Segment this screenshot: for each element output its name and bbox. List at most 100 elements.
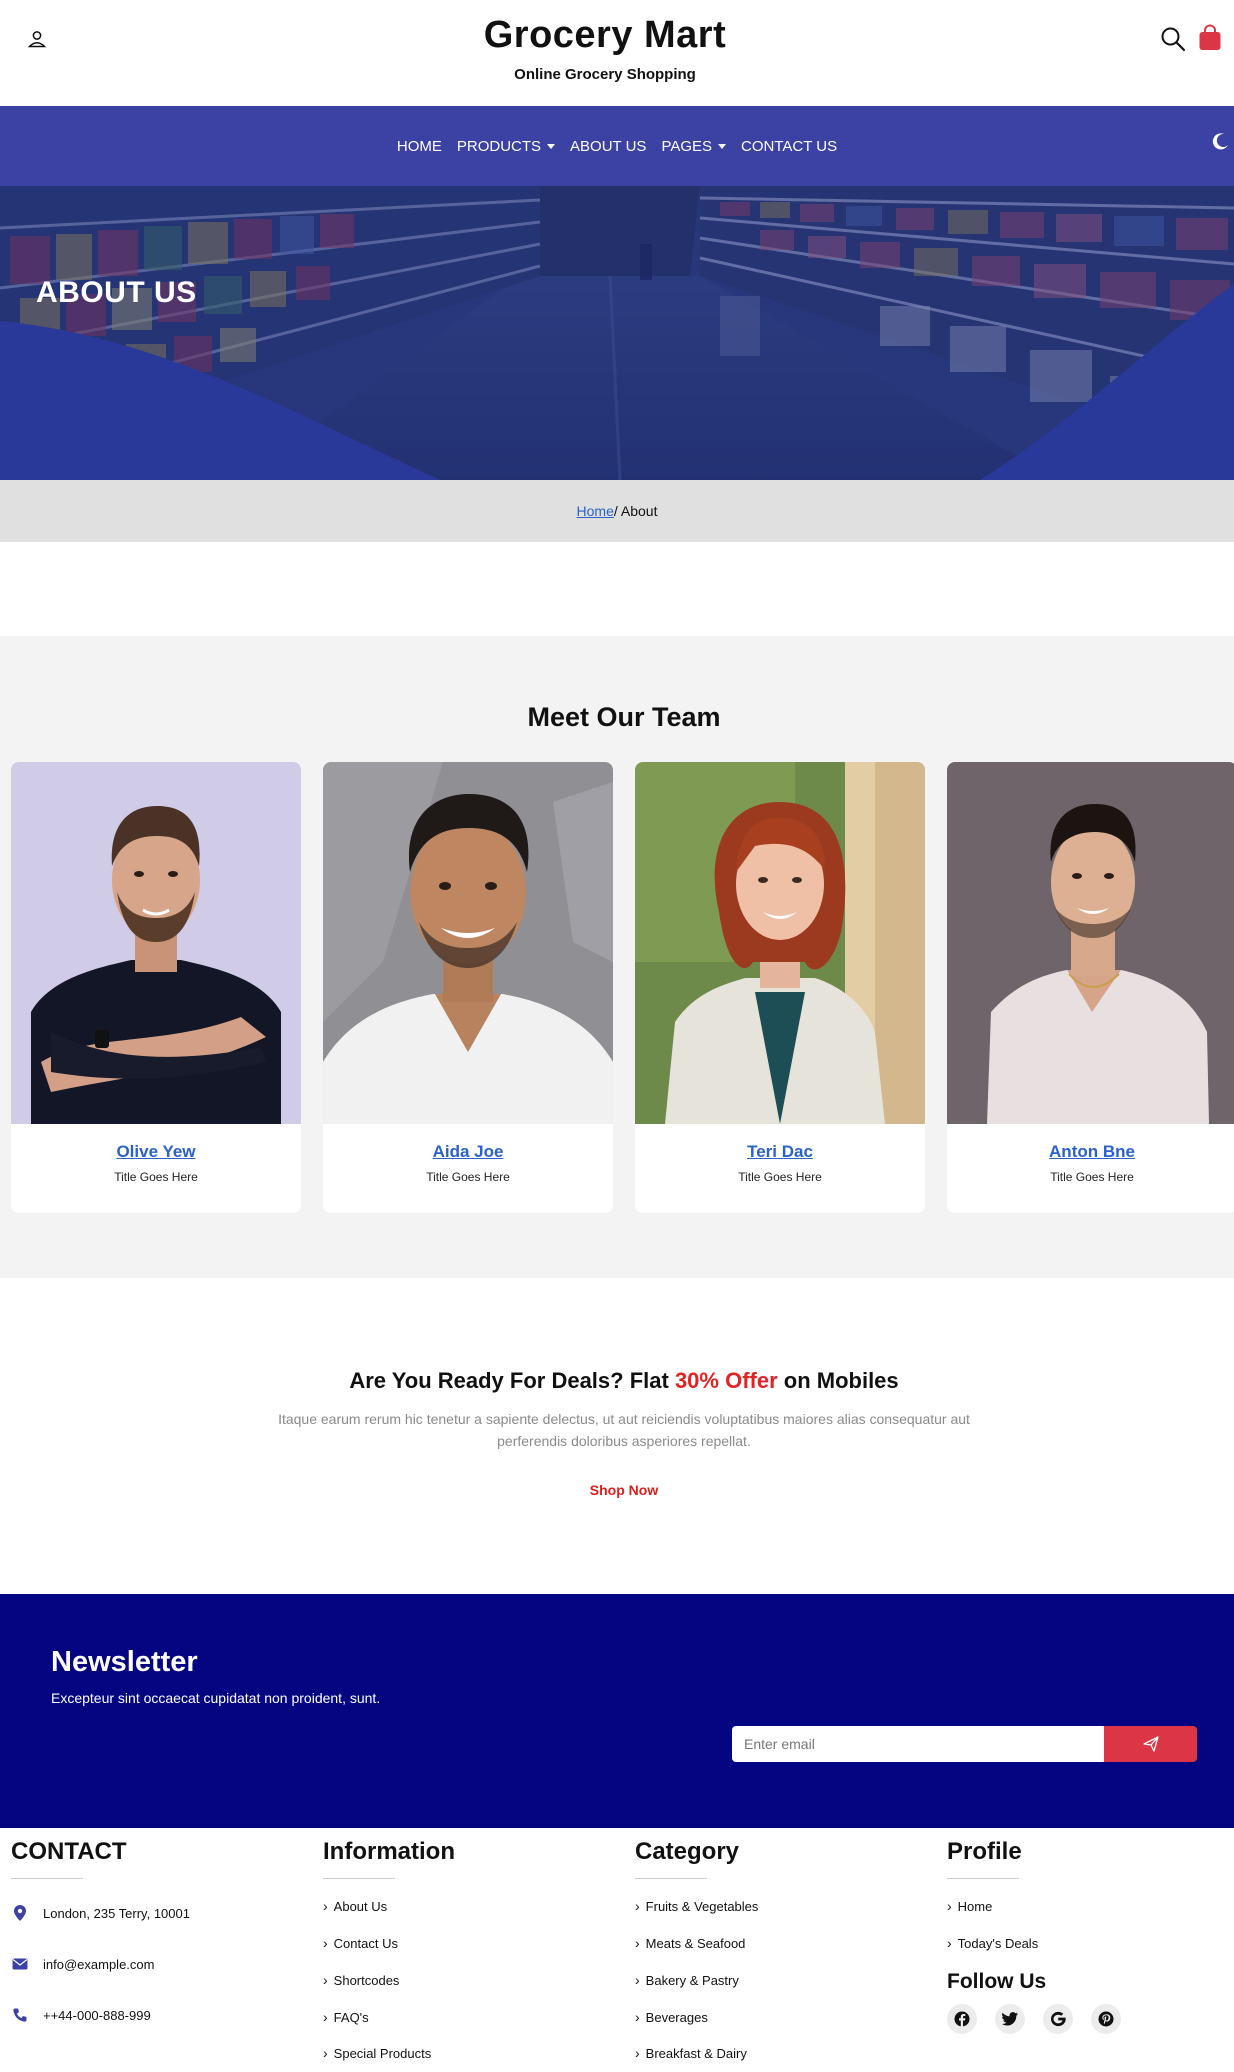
team-member-name[interactable]: Teri Dac: [635, 1142, 925, 1162]
footer-link-faqs[interactable]: › FAQ's: [323, 2009, 369, 2025]
team-member-title: Title Goes Here: [1050, 1170, 1134, 1184]
team-member-title: Title Goes Here: [738, 1170, 822, 1184]
location-pin-icon: [11, 1904, 29, 1922]
footer-link-beverages[interactable]: › Beverages: [635, 2009, 708, 2025]
footer-link-todays-deals[interactable]: › Today's Deals: [947, 1935, 1038, 1951]
footer-information-title: Information: [323, 1838, 455, 1865]
nav-item-products[interactable]: PRODUCTS: [457, 138, 556, 155]
footer-link-label: Home: [957, 1898, 993, 1914]
chevron-right-icon: ›: [635, 1898, 640, 1914]
chevron-right-icon: ›: [323, 2009, 328, 2025]
hero-title: ABOUT US: [36, 276, 197, 309]
team-member-name[interactable]: Anton Bne: [947, 1142, 1234, 1162]
deals-heading-suffix: on Mobiles: [777, 1368, 899, 1393]
footer-link-shortcodes[interactable]: › Shortcodes: [323, 1972, 399, 1988]
contact-address-text: London, 235 Terry, 10001: [43, 1905, 190, 1921]
nav-item-pages[interactable]: PAGES: [661, 138, 727, 155]
team-card-teri-dac: Teri Dac Title Goes Here: [635, 762, 925, 1213]
team-section: Meet Our Team Olive Yew Title Goes Here: [0, 636, 1234, 1278]
footer-link-contact-us[interactable]: › Contact Us: [323, 1935, 398, 1951]
nav-item-label: ABOUT US: [570, 137, 647, 155]
search-icon[interactable]: [1160, 26, 1186, 52]
footer-link-label: Bakery & Pastry: [645, 1972, 739, 1988]
nav-item-about-us[interactable]: ABOUT US: [570, 138, 646, 155]
deals-heading: Are You Ready For Deals? Flat 30% Offer …: [0, 1368, 1234, 1394]
team-photo-teri-dac: [635, 762, 925, 1124]
footer-link-label: Today's Deals: [957, 1935, 1039, 1951]
contact-phone: ++44-000-888-999: [11, 2006, 151, 2024]
footer-link-special-products[interactable]: › Special Products: [323, 2045, 431, 2061]
google-icon[interactable]: [1043, 2004, 1073, 2034]
team-card-aida-joe: Aida Joe Title Goes Here: [323, 762, 613, 1213]
divider: [11, 1878, 83, 1879]
newsletter-form: [732, 1726, 1197, 1762]
deals-heading-accent: 30% Offer: [674, 1368, 778, 1393]
team-heading: Meet Our Team: [527, 702, 721, 732]
breadcrumb-current: / About: [613, 503, 658, 519]
footer-link-fruits-vegetables[interactable]: › Fruits & Vegetables: [635, 1898, 758, 1914]
footer-category-column: Category › Fruits & Vegetables › Meats & S…: [635, 1828, 925, 2072]
footer-link-label: FAQ's: [333, 2009, 369, 2025]
follow-us-title: Follow Us: [947, 1970, 1047, 1993]
team-member-title: Title Goes Here: [426, 1170, 510, 1184]
footer-contact-column: CONTACT London, 235 Terry, 10001 info@ex…: [11, 1828, 301, 2072]
team-photo-anton-bne: [947, 762, 1234, 1124]
footer-link-label: Special Products: [333, 2045, 432, 2061]
team-card-anton-bne: Anton Bne Title Goes Here: [947, 762, 1234, 1213]
supermarket-aisle-image: [0, 186, 1234, 480]
footer-link-label: About Us: [333, 1898, 388, 1914]
footer-link-label: Fruits & Vegetables: [645, 1898, 759, 1914]
footer-link-home[interactable]: › Home: [947, 1898, 992, 1914]
twitter-icon[interactable]: [995, 2004, 1025, 2034]
chevron-right-icon: ›: [635, 2009, 640, 2025]
footer-link-about-us[interactable]: › About Us: [323, 1898, 387, 1914]
deals-section: Are You Ready For Deals? Flat 30% Offer …: [0, 1278, 1234, 1594]
divider: [947, 1878, 1019, 1879]
team-member-name[interactable]: Aida Joe: [323, 1142, 613, 1162]
nav-item-label: CONTACT US: [741, 137, 838, 155]
phone-icon: [11, 2006, 29, 2024]
newsletter-section: Newsletter Excepteur sint occaecat cupid…: [0, 1594, 1234, 1828]
hero-banner: ABOUT US: [0, 186, 1234, 480]
contact-phone-text[interactable]: ++44-000-888-999: [43, 2008, 151, 2023]
chevron-right-icon: ›: [323, 1898, 328, 1914]
send-paper-plane-icon: [1142, 1736, 1159, 1752]
brand-subtitle: Online Grocery Shopping: [514, 66, 696, 83]
footer-information-column: Information › About Us › Contact Us › Short…: [323, 1828, 613, 2072]
main-navigation: HOME PRODUCTS ABOUT US PAGES CONTACT US: [0, 106, 1234, 186]
newsletter-email-input[interactable]: [732, 1726, 1104, 1762]
footer-link-label: Breakfast & Dairy: [645, 2045, 747, 2061]
caret-down-icon: [547, 143, 556, 149]
footer-link-bakery-pastry[interactable]: › Bakery & Pastry: [635, 1972, 739, 1988]
newsletter-text: Excepteur sint occaecat cupidatat non pr…: [51, 1690, 381, 1706]
footer-link-label: Beverages: [645, 2009, 708, 2025]
team-photo-olive-yew: [11, 762, 301, 1124]
contact-email-text[interactable]: info@example.com: [43, 1957, 154, 1972]
chevron-right-icon: ›: [323, 1935, 328, 1951]
team-card-olive-yew: Olive Yew Title Goes Here: [11, 762, 301, 1213]
dark-mode-moon-icon[interactable]: [1210, 131, 1230, 151]
footer-link-label: Shortcodes: [333, 1972, 400, 1988]
nav-item-contact-us[interactable]: CONTACT US: [741, 138, 837, 155]
newsletter-title: Newsletter: [51, 1646, 198, 1678]
newsletter-submit-button[interactable]: [1104, 1726, 1197, 1762]
nav-item-home[interactable]: HOME: [397, 138, 442, 155]
contact-address: London, 235 Terry, 10001: [11, 1904, 190, 1922]
chevron-right-icon: ›: [635, 1972, 640, 1988]
facebook-icon[interactable]: [947, 2004, 977, 2034]
footer-link-meats-seafood[interactable]: › Meats & Seafood: [635, 1935, 745, 1951]
chevron-right-icon: ›: [323, 2045, 328, 2061]
chevron-right-icon: ›: [323, 1972, 328, 1988]
chevron-right-icon: ›: [947, 1898, 952, 1914]
footer-profile-title: Profile: [947, 1838, 1022, 1865]
breadcrumb: Home / About: [0, 480, 1234, 542]
shop-now-button[interactable]: Shop Now: [0, 1482, 1234, 1498]
nav-item-label: HOME: [396, 137, 442, 155]
shopping-bag-icon[interactable]: [1198, 24, 1222, 52]
pinterest-icon[interactable]: [1091, 2004, 1121, 2034]
breadcrumb-home-link[interactable]: Home: [577, 503, 614, 519]
brand-title[interactable]: Grocery Mart: [0, 14, 1210, 57]
team-member-name[interactable]: Olive Yew: [11, 1142, 301, 1162]
deals-description: Itaque earum rerum hic tenetur a sapient…: [278, 1411, 970, 1449]
footer-link-breakfast-dairy[interactable]: › Breakfast & Dairy: [635, 2045, 747, 2061]
